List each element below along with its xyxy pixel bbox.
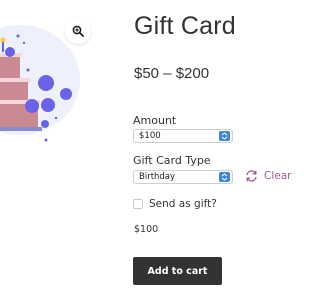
refresh-icon (246, 170, 257, 182)
variation-price: $100 (134, 224, 159, 235)
send-as-gift-label[interactable]: Send as gift? (149, 198, 217, 210)
price-range: $50 – $200 (134, 65, 210, 82)
product-image-gallery[interactable] (0, 0, 100, 150)
clear-selection-link[interactable]: Clear (245, 170, 291, 182)
gift-card-type-select[interactable]: Birthday (133, 170, 233, 184)
select-stepper-icon (219, 172, 230, 182)
gift-card-type-label: Gift Card Type (133, 154, 211, 167)
product-title: Gift Card (134, 12, 236, 40)
clear-label: Clear (264, 170, 292, 182)
gift-card-type-select-value: Birthday (139, 172, 176, 182)
amount-select[interactable]: $100 (133, 129, 233, 143)
amount-select-value: $100 (139, 131, 161, 141)
zoom-button[interactable] (65, 18, 91, 44)
select-stepper-icon (219, 131, 230, 141)
magnifier-plus-icon (72, 25, 84, 37)
send-as-gift-checkbox[interactable] (133, 199, 143, 209)
amount-label: Amount (133, 114, 177, 127)
add-to-cart-button[interactable]: Add to cart (133, 257, 222, 285)
